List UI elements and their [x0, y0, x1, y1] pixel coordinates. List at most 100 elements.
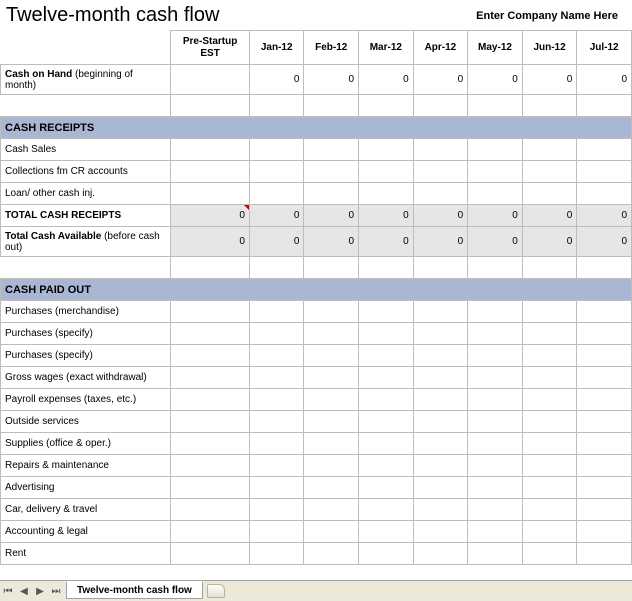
cell[interactable]	[577, 433, 632, 455]
cell[interactable]: 0	[304, 65, 359, 95]
label-cash-on-hand[interactable]: Cash on Hand (beginning of month)	[1, 65, 171, 95]
cell[interactable]: 0	[359, 65, 414, 95]
cell[interactable]	[304, 411, 359, 433]
cell[interactable]: 0	[577, 227, 632, 257]
cell[interactable]	[522, 279, 577, 301]
nav-last-icon[interactable]: ⏭	[48, 582, 64, 600]
cell[interactable]	[577, 411, 632, 433]
cell[interactable]	[359, 95, 414, 117]
cell[interactable]: 0	[249, 65, 304, 95]
cell[interactable]	[468, 367, 523, 389]
cell[interactable]: 0	[413, 65, 468, 95]
cell[interactable]	[413, 345, 468, 367]
row-label[interactable]: Cash Sales	[1, 139, 171, 161]
section-label[interactable]: CASH RECEIPTS	[1, 117, 171, 139]
cell[interactable]	[304, 161, 359, 183]
cell[interactable]	[249, 301, 304, 323]
cell[interactable]	[413, 499, 468, 521]
cell[interactable]: 0	[249, 205, 304, 227]
cell[interactable]	[171, 161, 250, 183]
cell[interactable]	[249, 433, 304, 455]
cell[interactable]	[249, 183, 304, 205]
cell[interactable]	[249, 389, 304, 411]
cell[interactable]	[304, 183, 359, 205]
cell[interactable]	[468, 95, 523, 117]
cell[interactable]	[522, 367, 577, 389]
row-label[interactable]: Loan/ other cash inj.	[1, 183, 171, 205]
cell[interactable]	[171, 411, 250, 433]
cell[interactable]: 0	[359, 227, 414, 257]
cell[interactable]	[304, 367, 359, 389]
cell[interactable]	[468, 183, 523, 205]
col-header-m6[interactable]: Jun-12	[522, 31, 577, 65]
cell[interactable]	[171, 389, 250, 411]
cell[interactable]	[468, 161, 523, 183]
cell[interactable]	[249, 477, 304, 499]
cell[interactable]: 0	[522, 227, 577, 257]
cell[interactable]	[413, 95, 468, 117]
cell[interactable]	[413, 543, 468, 565]
cell[interactable]	[249, 367, 304, 389]
cell[interactable]	[522, 95, 577, 117]
cell[interactable]	[577, 543, 632, 565]
cell[interactable]	[413, 411, 468, 433]
cell[interactable]	[413, 301, 468, 323]
cell[interactable]	[522, 389, 577, 411]
cell[interactable]: 0	[359, 205, 414, 227]
col-header-m1[interactable]: Jan-12	[249, 31, 304, 65]
cell[interactable]	[359, 477, 414, 499]
cell[interactable]	[359, 139, 414, 161]
cell[interactable]: 0	[249, 227, 304, 257]
cell[interactable]	[359, 161, 414, 183]
cell[interactable]	[468, 521, 523, 543]
cell[interactable]	[522, 499, 577, 521]
cell[interactable]: 0	[577, 65, 632, 95]
cell[interactable]	[413, 279, 468, 301]
cell[interactable]	[359, 279, 414, 301]
cell[interactable]	[413, 433, 468, 455]
cell[interactable]	[304, 543, 359, 565]
cell[interactable]	[249, 345, 304, 367]
cell[interactable]	[304, 499, 359, 521]
cell[interactable]	[171, 257, 250, 279]
cell[interactable]	[171, 345, 250, 367]
cell[interactable]	[304, 323, 359, 345]
cell[interactable]	[468, 257, 523, 279]
cell[interactable]	[359, 455, 414, 477]
cell[interactable]	[577, 477, 632, 499]
cell[interactable]	[413, 139, 468, 161]
cell[interactable]	[249, 521, 304, 543]
cell[interactable]	[249, 455, 304, 477]
nav-next-icon[interactable]: ▶	[32, 582, 48, 600]
cell[interactable]	[249, 543, 304, 565]
cell[interactable]	[249, 499, 304, 521]
cell[interactable]	[304, 117, 359, 139]
new-sheet-button[interactable]	[207, 584, 225, 598]
cell[interactable]	[522, 161, 577, 183]
cell[interactable]	[413, 117, 468, 139]
cell[interactable]	[577, 323, 632, 345]
cell[interactable]	[522, 455, 577, 477]
col-header-m2[interactable]: Feb-12	[304, 31, 359, 65]
nav-prev-icon[interactable]: ◀	[16, 582, 32, 600]
row-label[interactable]: Rent	[1, 543, 171, 565]
row-label[interactable]: Total Cash Available (before cash out)	[1, 227, 171, 257]
cell[interactable]	[468, 279, 523, 301]
cell[interactable]	[359, 433, 414, 455]
cell[interactable]	[171, 65, 250, 95]
cell[interactable]	[413, 455, 468, 477]
cell[interactable]	[413, 367, 468, 389]
col-header-pre[interactable]: Pre-Startup EST	[171, 31, 250, 65]
cell[interactable]	[171, 499, 250, 521]
cell[interactable]	[522, 323, 577, 345]
cell[interactable]	[171, 521, 250, 543]
row-label[interactable]: TOTAL CASH RECEIPTS	[1, 205, 171, 227]
cell[interactable]	[413, 389, 468, 411]
cell[interactable]	[304, 257, 359, 279]
cell[interactable]	[1, 95, 171, 117]
cell[interactable]	[577, 183, 632, 205]
cell[interactable]	[171, 95, 250, 117]
cell[interactable]	[171, 455, 250, 477]
row-label[interactable]: Purchases (merchandise)	[1, 301, 171, 323]
cell[interactable]	[577, 521, 632, 543]
